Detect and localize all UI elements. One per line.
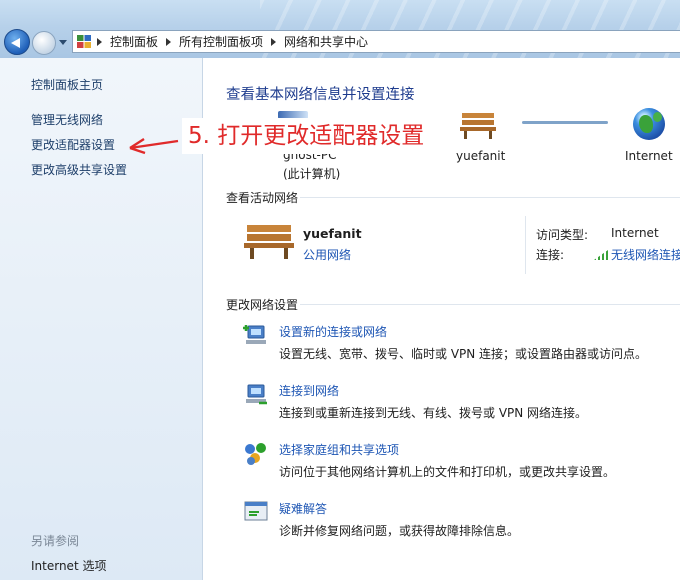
- task-troubleshoot-link[interactable]: 疑难解答: [279, 500, 327, 517]
- chevron-right-icon[interactable]: [166, 37, 172, 46]
- connect-network-icon: [246, 384, 267, 405]
- globe-icon: [633, 108, 665, 140]
- bench-icon: [460, 113, 496, 139]
- task-connect-network-link[interactable]: 连接到网络: [279, 382, 339, 399]
- signal-strength-icon: [594, 250, 608, 260]
- active-networks-heading: 查看活动网络: [226, 191, 299, 205]
- map-connection-line: [522, 121, 608, 124]
- chevron-right-icon[interactable]: [97, 37, 102, 46]
- map-network-name[interactable]: yuefanit: [456, 149, 505, 163]
- divider: [300, 304, 680, 305]
- task-troubleshoot-desc: 诊断并修复网络问题，或获得故障排除信息。: [279, 524, 520, 538]
- sidebar-item-change-adapter[interactable]: 更改适配器设置: [31, 136, 115, 153]
- connection-link-text[interactable]: 无线网络连接: [611, 248, 680, 262]
- connection-link[interactable]: 无线网络连接: [594, 246, 680, 263]
- task-connect-network-desc: 连接到或重新连接到无线、有线、拨号或 VPN 网络连接。: [279, 406, 588, 420]
- back-button[interactable]: [4, 29, 30, 55]
- bench-icon: [244, 225, 294, 259]
- task-homegroup-desc: 访问位于其他网络计算机上的文件和打印机，或更改共享设置。: [279, 465, 616, 479]
- sidebar-item-manage-wireless[interactable]: 管理无线网络: [31, 111, 103, 128]
- page-title: 查看基本网络信息并设置连接: [226, 87, 415, 103]
- see-also-heading: 另请参阅: [31, 534, 80, 548]
- task-new-connection-link[interactable]: 设置新的连接或网络: [279, 323, 387, 340]
- task-homegroup-link[interactable]: 选择家庭组和共享选项: [279, 441, 399, 458]
- sidebar-item-home[interactable]: 控制面板主页: [31, 76, 103, 93]
- troubleshoot-icon: [244, 501, 268, 521]
- active-network-type[interactable]: 公用网络: [303, 246, 351, 263]
- new-connection-icon: [243, 325, 266, 344]
- connection-label: 连接:: [536, 248, 565, 262]
- map-internet-label[interactable]: Internet: [625, 149, 673, 163]
- change-settings-heading: 更改网络设置: [226, 298, 299, 312]
- access-type-label: 访问类型:: [536, 228, 589, 242]
- active-network-name: yuefanit: [303, 226, 362, 241]
- sidebar-item-advanced-sharing[interactable]: 更改高级共享设置: [31, 161, 127, 178]
- map-computer-sub: (此计算机): [283, 167, 341, 181]
- breadcrumb-control-panel[interactable]: 控制面板: [110, 33, 158, 50]
- breadcrumb-network-center[interactable]: 网络和共享中心: [284, 33, 368, 50]
- control-panel-icon: [77, 34, 91, 49]
- homegroup-icon: [245, 443, 266, 465]
- annotation-text: 5. 打开更改适配器设置: [182, 118, 446, 154]
- address-bar[interactable]: 控制面板 所有控制面板项 网络和共享中心: [72, 30, 680, 53]
- task-new-connection-desc: 设置无线、宽带、拨号、临时或 VPN 连接；或设置路由器或访问点。: [279, 347, 648, 361]
- vertical-divider: [525, 216, 526, 274]
- access-type-value: Internet: [611, 226, 659, 240]
- divider: [300, 197, 680, 198]
- sidebar-item-internet-options[interactable]: Internet 选项: [31, 557, 106, 574]
- recent-pages-chevron-icon[interactable]: [59, 40, 67, 45]
- forward-button[interactable]: [32, 31, 56, 55]
- breadcrumb: 控制面板 所有控制面板项 网络和共享中心: [97, 33, 368, 50]
- title-bar: 控制面板 所有控制面板项 网络和共享中心: [0, 0, 680, 58]
- breadcrumb-all-items[interactable]: 所有控制面板项: [179, 33, 263, 50]
- chevron-right-icon[interactable]: [271, 37, 277, 46]
